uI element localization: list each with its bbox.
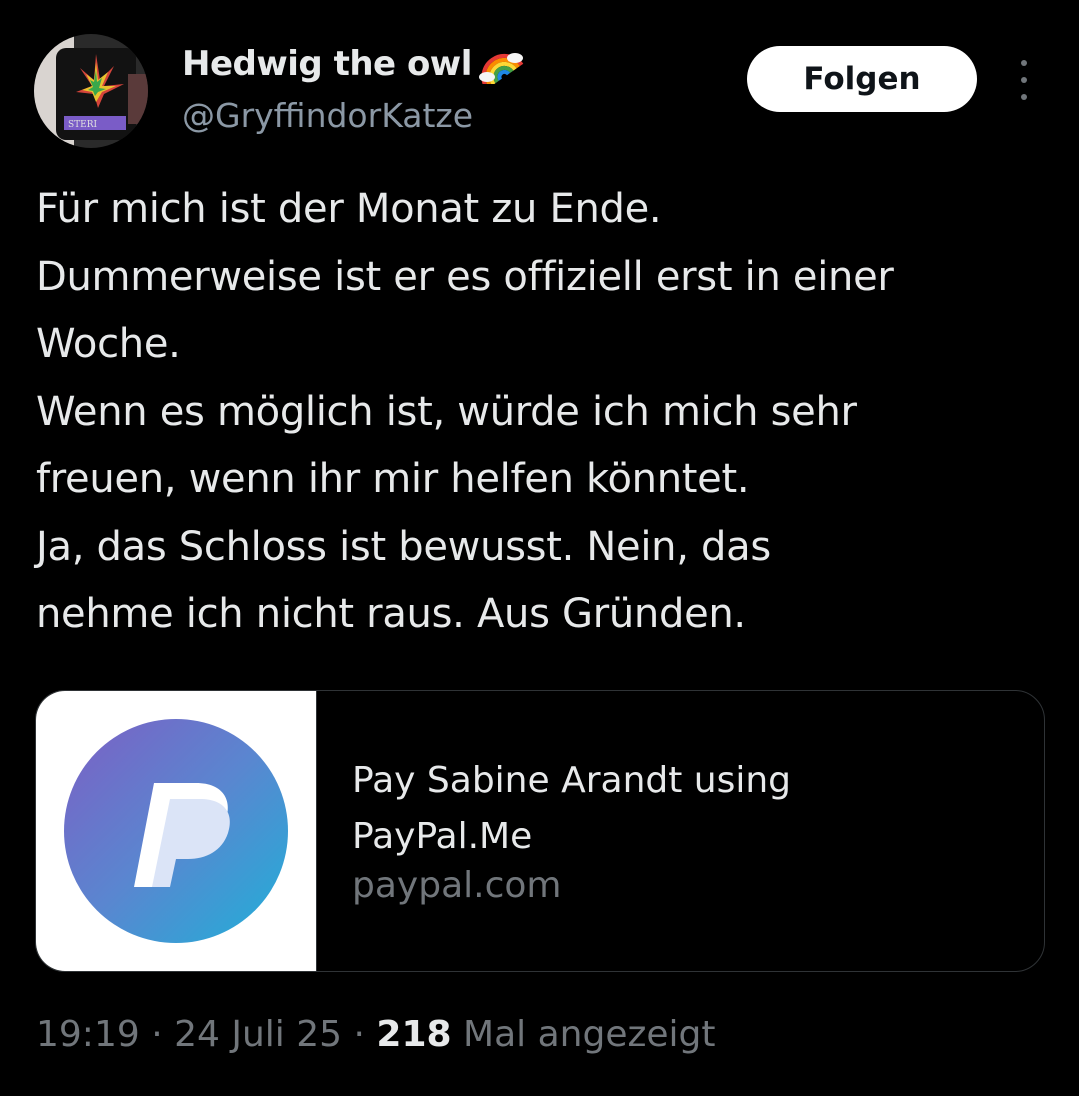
tweet-line: freuen, wenn ihr mir helfen könntet. — [36, 456, 750, 502]
dot — [1021, 60, 1027, 66]
link-preview-card[interactable]: Pay Sabine Arandt using PayPal.Me paypal… — [35, 690, 1045, 972]
svg-text:STERI: STERI — [68, 120, 98, 130]
card-domain: paypal.com — [352, 865, 562, 906]
follow-button[interactable]: Folgen — [747, 46, 977, 112]
tweet-line: Ja, das Schloss ist bewusst. Nein, das — [36, 523, 771, 570]
tweet-metadata: 19:19 · 24 Juli 25 · 218 Mal angezeigt — [36, 1014, 716, 1055]
dot — [1021, 94, 1027, 100]
tweet-line: Dummerweise ist er es offiziell erst in … — [36, 253, 894, 300]
author-handle[interactable]: @GryffindorKatze — [182, 96, 473, 135]
tweet-line: Wenn es möglich ist, würde ich mich sehr — [36, 388, 857, 435]
tweet-date[interactable]: 24 Juli 25 — [174, 1014, 342, 1055]
card-title-line: Pay Sabine Arandt using — [352, 760, 792, 801]
dot — [1021, 77, 1027, 83]
rainbow-icon — [478, 53, 524, 84]
card-title[interactable]: Pay Sabine Arandt using PayPal.Me — [352, 753, 952, 865]
tweet-text: Für mich ist der Monat zu Ende. Dummerwe… — [36, 176, 1056, 649]
more-vertical-icon[interactable] — [1011, 60, 1037, 100]
view-count: 218 — [376, 1014, 452, 1055]
card-thumbnail — [36, 691, 317, 971]
separator: · — [151, 1014, 163, 1055]
tweet-time[interactable]: 19:19 — [36, 1014, 140, 1055]
tweet-line: Für mich ist der Monat zu Ende. — [36, 186, 662, 232]
avatar[interactable]: STERI — [34, 34, 148, 148]
tweet-line: Woche. — [36, 321, 181, 367]
paypal-logo-icon — [64, 719, 288, 943]
author-name-row[interactable]: Hedwig the owl — [182, 44, 526, 84]
tweet-line: nehme ich nicht raus. Aus Gründen. — [36, 591, 746, 637]
card-title-line: PayPal.Me — [352, 816, 533, 857]
display-name[interactable]: Hedwig the owl — [182, 44, 472, 84]
mug-with-leaf-avatar-icon: STERI — [34, 34, 148, 148]
views-label: Mal angezeigt — [463, 1014, 716, 1055]
separator: · — [353, 1014, 365, 1055]
